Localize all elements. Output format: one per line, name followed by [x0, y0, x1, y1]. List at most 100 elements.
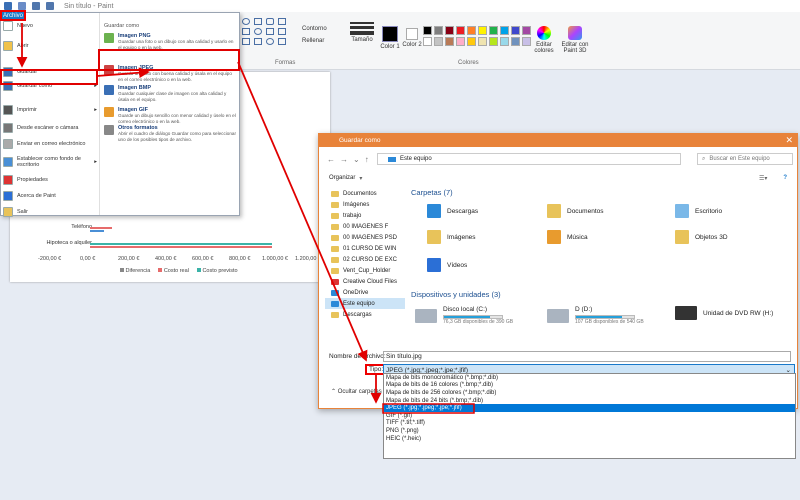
undo-icon[interactable] — [32, 2, 40, 10]
filetype-option[interactable]: Mapa de bits de 256 colores (*.bmp;*.dib… — [384, 389, 795, 397]
edit-colors-button[interactable]: Editar colores — [532, 26, 556, 54]
palette-swatch[interactable] — [500, 37, 509, 46]
close-icon[interactable]: ✕ — [785, 135, 793, 146]
size-button[interactable]: Tamaño — [350, 20, 374, 43]
filetype-option[interactable]: HEIC (*.heic) — [384, 435, 795, 443]
redo-icon[interactable] — [46, 2, 54, 10]
save-format-option[interactable]: Otros formatos Abrir el cuadro de diálogo… — [104, 125, 236, 142]
folder-tile[interactable]: Descargas — [427, 204, 478, 218]
fill-button[interactable]: Rellenar — [302, 38, 324, 44]
drive-info: D (D:) 107 GB disponibles de 540 GB — [575, 306, 644, 325]
filetype-option[interactable]: TIFF (*.tif;*.tiff) — [384, 420, 795, 428]
palette-swatch[interactable] — [478, 37, 487, 46]
drives-section-header[interactable]: Dispositivos y unidades (3) — [411, 290, 501, 299]
nav-pane-item[interactable]: 00 IMAGENES F — [325, 221, 405, 232]
save-format-option[interactable]: Imagen JPEG Guarda una foto con buena cal… — [104, 65, 236, 82]
file-menu-item[interactable]: Propiedades — [3, 173, 97, 187]
folder-tile[interactable]: Escritorio — [675, 204, 722, 218]
forward-arrow-icon[interactable]: → — [340, 155, 348, 164]
filename-input[interactable]: Sin título.jpg — [383, 350, 791, 362]
folder-tile[interactable]: Documentos — [547, 204, 604, 218]
file-menu-item[interactable]: Desde escáner o cámara — [3, 121, 97, 135]
folder-tile[interactable]: Imágenes — [427, 230, 476, 244]
nav-pane-item[interactable]: Imágenes — [325, 199, 405, 210]
nav-pane-item[interactable]: Vent_Cup_Holder — [325, 265, 405, 276]
option-description: Guardar una foto o un dibujo con alta ca… — [118, 39, 234, 50]
up-arrow-icon[interactable]: ↑ — [365, 155, 369, 164]
palette-swatch[interactable] — [456, 37, 465, 46]
folder-tile[interactable]: Objetos 3D — [675, 230, 728, 244]
filetype-option[interactable]: JPEG (*.jpg;*.jpeg;*.jpe;*.jfif) — [384, 404, 795, 412]
palette-swatch[interactable] — [434, 37, 443, 46]
file-tab[interactable]: Archivo — [0, 10, 26, 21]
palette-swatch[interactable] — [423, 26, 432, 35]
palette-swatch[interactable] — [434, 26, 443, 35]
filetype-option[interactable]: Mapa de bits de 24 bits (*.bmp;*.dib) — [384, 397, 795, 405]
palette-swatch[interactable] — [489, 26, 498, 35]
drive-tile[interactable]: Disco local (C:) 76,3 GB disponibles de 3… — [415, 306, 513, 325]
drive-tile[interactable]: Unidad de DVD RW (H:) — [675, 306, 773, 320]
palette-swatch[interactable] — [467, 37, 476, 46]
search-input[interactable]: ⌕ Buscar en Este equipo — [697, 153, 793, 165]
option-description: Guardar cualquier clase de imagen con al… — [118, 91, 227, 102]
palette-swatch[interactable] — [423, 37, 432, 46]
hide-folders-button[interactable]: ⌃ Ocultar carpetas — [331, 388, 382, 395]
save-format-option[interactable]: Imagen GIF Guarde un dibujo sencillo con … — [104, 107, 236, 124]
filetype-option[interactable]: PNG (*.png) — [384, 427, 795, 435]
folder-tile[interactable]: Música — [547, 230, 588, 244]
address-bar[interactable]: Este equipo — [377, 153, 681, 165]
color-palette[interactable] — [423, 26, 531, 46]
quick-save-icon[interactable] — [18, 2, 26, 10]
nav-pane-item[interactable]: Este equipo — [325, 298, 405, 309]
file-menu-item[interactable]: Nuevo — [3, 19, 97, 33]
file-menu-item[interactable]: Guardar — [3, 65, 97, 79]
folder-icon — [331, 212, 339, 219]
folder-tile[interactable]: Vídeos — [427, 258, 467, 272]
palette-swatch[interactable] — [467, 26, 476, 35]
help-icon[interactable]: ? — [783, 175, 787, 181]
outline-button[interactable]: Contorno — [302, 26, 327, 32]
color2-button[interactable]: Color 2 — [402, 26, 422, 48]
nav-pane-item[interactable]: 01 CURSO DE WIN — [325, 243, 405, 254]
filetype-option[interactable]: Mapa de bits de 16 colores (*.bmp;*.dib) — [384, 382, 795, 390]
filetype-option[interactable]: GIF (*.gif) — [384, 412, 795, 420]
back-arrow-icon[interactable]: ← — [327, 155, 335, 164]
view-options-icon[interactable]: ☰▾ — [759, 175, 767, 182]
save-format-option[interactable]: Imagen BMP Guardar cualquier clase de ima… — [104, 85, 236, 102]
nav-pane-item[interactable]: Descargas — [325, 309, 405, 320]
drive-tile[interactable]: D (D:) 107 GB disponibles de 540 GB — [547, 306, 644, 325]
save-format-option[interactable]: Imagen PNG Guardar una foto o un dibujo c… — [104, 33, 236, 50]
filetype-option[interactable]: Mapa de bits monocromático (*.bmp;*.dib) — [384, 374, 795, 382]
palette-swatch[interactable] — [489, 37, 498, 46]
palette-swatch[interactable] — [511, 37, 520, 46]
chevron-down-icon[interactable]: ⌄ — [353, 155, 360, 164]
palette-swatch[interactable] — [456, 26, 465, 35]
palette-swatch[interactable] — [511, 26, 520, 35]
nav-pane-item[interactable]: trabajo — [325, 210, 405, 221]
palette-swatch[interactable] — [445, 37, 454, 46]
palette-swatch[interactable] — [522, 37, 531, 46]
palette-swatch[interactable] — [478, 26, 487, 35]
folder-icon — [331, 223, 339, 230]
file-menu-item-label: Establecer como fondo de escritorio — [17, 156, 81, 168]
file-menu-item[interactable]: Salir — [3, 205, 97, 219]
file-menu-item[interactable]: Acerca de Paint — [3, 189, 97, 203]
palette-swatch[interactable] — [445, 26, 454, 35]
nav-pane-item[interactable]: Documentos — [325, 188, 405, 199]
file-menu-item[interactable]: Imprimir ▸ — [3, 103, 97, 117]
palette-swatch[interactable] — [500, 26, 509, 35]
file-menu-item[interactable]: Abrir — [3, 39, 97, 53]
nav-pane-item[interactable]: 00 IMAGENES PSD — [325, 232, 405, 243]
nav-pane-item[interactable]: Creative Cloud Files — [325, 276, 405, 287]
nav-pane-item[interactable]: 02 CURSO DE EXC — [325, 254, 405, 265]
nav-pane-item[interactable]: OneDrive — [325, 287, 405, 298]
color1-button[interactable]: Color 1 — [380, 26, 400, 50]
folders-section-header[interactable]: Carpetas (7) — [411, 188, 453, 197]
file-menu-item[interactable]: Enviar en correo electrónico — [3, 137, 97, 151]
edit-paint3d-button[interactable]: Editar con Paint 3D — [560, 26, 590, 54]
drive-free-space: 107 GB disponibles de 540 GB — [575, 319, 644, 325]
file-menu-item[interactable]: Establecer como fondo de escritorio ▸ — [3, 155, 97, 169]
organize-button[interactable]: Organizar — [329, 175, 355, 181]
file-menu-item[interactable]: Guardar como ▸ — [3, 79, 97, 93]
palette-swatch[interactable] — [522, 26, 531, 35]
